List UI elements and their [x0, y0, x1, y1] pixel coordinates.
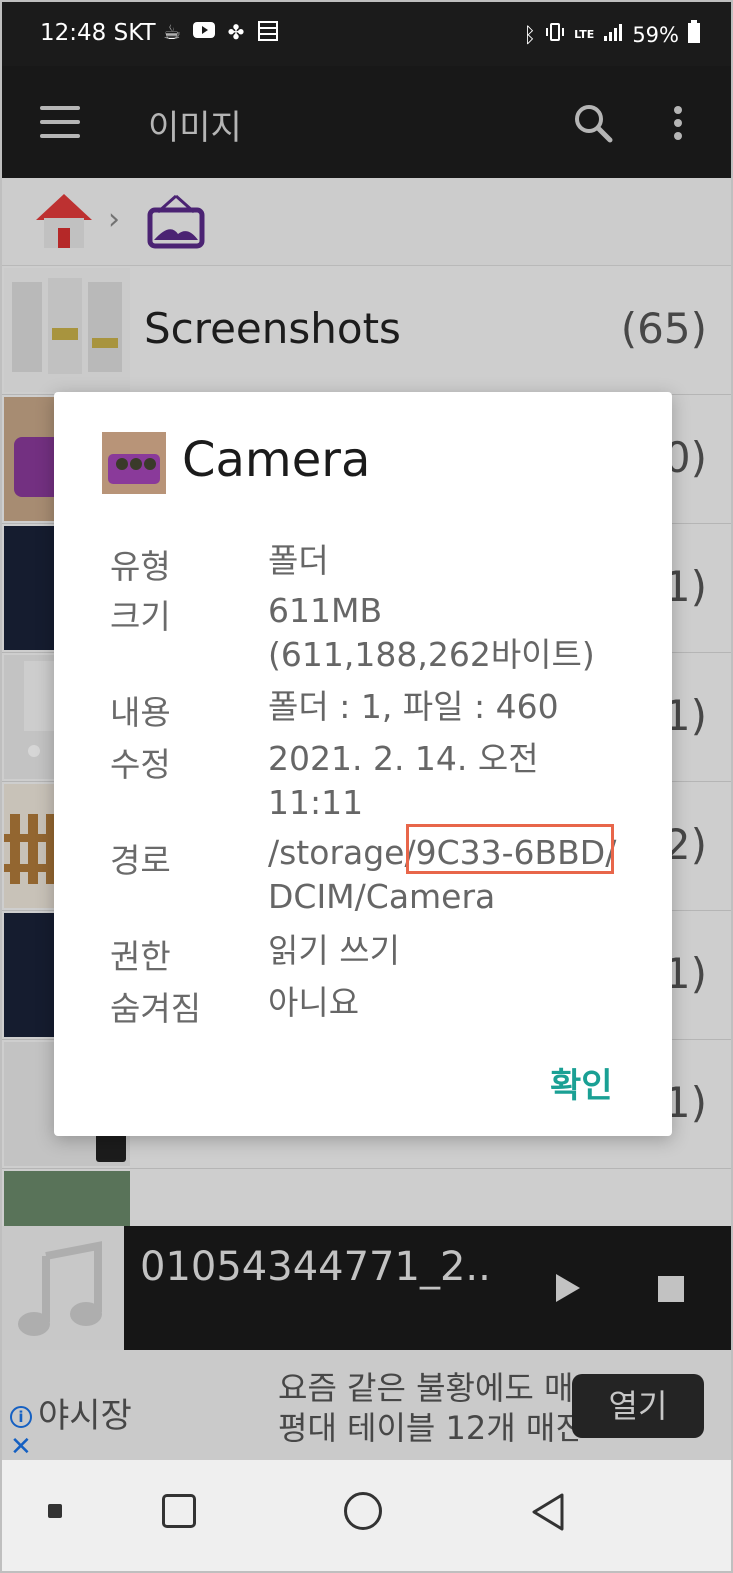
home-button-icon[interactable] — [344, 1492, 382, 1530]
lte-icon: LTE — [574, 28, 595, 41]
recent-apps-icon[interactable] — [162, 1494, 196, 1528]
notification-icons: ☕ ✤ — [160, 20, 280, 44]
prop-label-permission: 권한 — [110, 937, 171, 976]
prop-value-path-line2: DCIM/Camera — [268, 877, 496, 916]
folder-thumbnail — [102, 432, 166, 494]
status-time: 12:48 SKT — [40, 20, 156, 46]
folder-properties-dialog: Camera 유형 폴더 크기 611MB (611,188,262바이트) 내… — [54, 392, 672, 1136]
battery-percent: 59% — [632, 22, 679, 47]
dialog-title: Camera — [182, 432, 371, 488]
prop-value-permission: 읽기 쓰기 — [268, 931, 400, 970]
prop-value-hidden: 아니요 — [268, 983, 360, 1022]
youtube-icon — [192, 20, 216, 44]
list-icon — [256, 20, 280, 44]
prop-value-modified-time: 11:11 — [268, 783, 364, 822]
prop-label-size: 크기 — [110, 597, 171, 636]
prop-label-hidden: 숨겨짐 — [110, 989, 202, 1028]
prop-label-path: 경로 — [110, 841, 171, 880]
prop-value-type: 폴더 — [268, 541, 329, 580]
nav-dot-icon[interactable] — [48, 1504, 62, 1518]
prop-value-modified: 2021. 2. 14. 오전 — [268, 739, 539, 778]
prop-label-modified: 수정 — [110, 745, 171, 784]
path-highlight-box — [406, 824, 614, 874]
system-nav-bar — [2, 1460, 731, 1571]
prop-label-contents: 내용 — [110, 693, 171, 732]
coffee-icon: ☕ — [163, 20, 181, 44]
bluetooth-icon: ᛒ — [523, 22, 537, 47]
prop-value-size-bytes: (611,188,262바이트) — [268, 635, 595, 674]
system-icons: ᛒ LTE 59% — [523, 20, 701, 49]
device-screen: 12:48 SKT ☕ ✤ ᛒ LTE 59% 이미지 › Screenshot… — [0, 0, 733, 1573]
vibrate-icon — [544, 21, 566, 48]
prop-value-contents: 폴더 : 1, 파일 : 460 — [268, 687, 559, 726]
back-icon[interactable] — [530, 1492, 566, 1536]
status-bar: 12:48 SKT ☕ ✤ ᛒ LTE 59% — [2, 2, 731, 66]
ok-button[interactable]: 확인 — [550, 1058, 613, 1107]
pinwheel-icon: ✤ — [227, 20, 245, 44]
signal-icon — [602, 22, 624, 47]
prop-value-size: 611MB — [268, 591, 383, 630]
prop-label-type: 유형 — [110, 547, 171, 586]
battery-icon — [687, 20, 701, 49]
